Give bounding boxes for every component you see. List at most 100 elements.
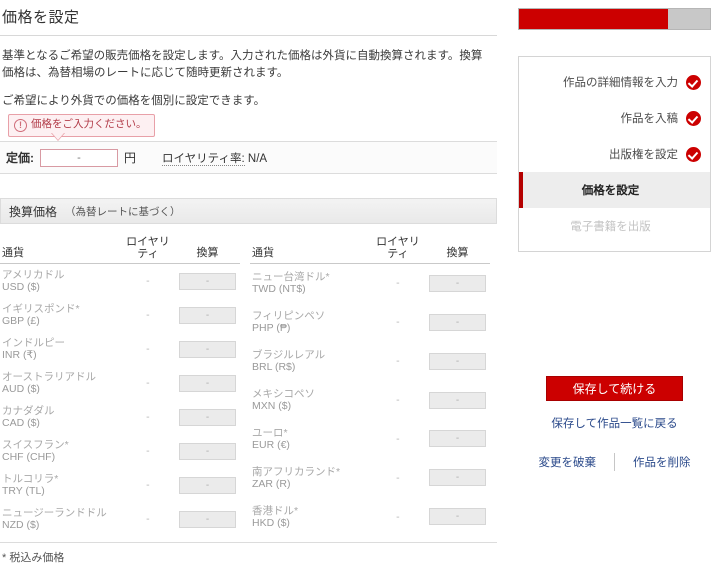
- converted-price-header: 換算価格 （為替レートに基づく）: [0, 198, 497, 224]
- converted-price-input[interactable]: [429, 430, 487, 448]
- currency-code: HKD ($): [252, 516, 290, 529]
- converted-price-cell: [175, 366, 240, 400]
- warning-icon: !: [14, 119, 27, 132]
- converted-price-input[interactable]: [429, 313, 487, 331]
- table-row: ユーロ* EUR (€) -: [250, 419, 490, 458]
- royalty-cell: -: [146, 411, 150, 423]
- royalty-cell: -: [396, 394, 400, 407]
- table-row: トルコリラ* TRY (TL) -: [0, 468, 240, 502]
- royalty-cell: -: [396, 471, 400, 484]
- column-header-royalty-line2: ティ: [387, 248, 409, 260]
- converted-price-input[interactable]: [179, 340, 237, 358]
- royalty-cell: -: [146, 445, 150, 457]
- secondary-links: 変更を破棄 作品を削除: [518, 453, 711, 471]
- step-item-5: 電子書籍を出版: [519, 208, 710, 244]
- currency-code: CAD ($): [2, 417, 40, 429]
- royalty-cell: -: [396, 355, 400, 368]
- converted-price-input[interactable]: [429, 469, 487, 487]
- step-item-4[interactable]: 価格を設定: [519, 172, 710, 208]
- currency-code: ZAR (R): [252, 477, 291, 490]
- converted-price-input[interactable]: [179, 374, 237, 392]
- table-row: ニュージーランドドル NZD ($) -: [0, 502, 240, 536]
- converted-price-title: 換算価格: [9, 204, 58, 219]
- currency-name: ユーロ*: [252, 426, 288, 439]
- column-header-converted: 換算: [425, 236, 490, 264]
- step-label: 電子書籍を出版: [570, 221, 651, 233]
- table-row: ニュー台湾ドル* TWD (NT$) -: [250, 264, 490, 303]
- delete-title-link[interactable]: 作品を削除: [633, 454, 691, 470]
- currency-code: TWD (NT$): [252, 283, 306, 296]
- currency-suffix: 円: [124, 151, 137, 165]
- currency-name-cell: 香港ドル* HKD ($): [250, 497, 371, 536]
- currency-name-cell: トルコリラ* TRY (TL): [0, 468, 121, 502]
- table-row: スイスフラン* CHF (CHF) -: [0, 434, 240, 468]
- converted-price-input[interactable]: [179, 476, 237, 494]
- step-item-1[interactable]: 作品の詳細情報を入力: [519, 64, 710, 100]
- currency-name: 香港ドル*: [252, 504, 299, 517]
- price-error-container: ! 価格をご入力ください。: [8, 114, 155, 141]
- table-row: イギリスポンド* GBP (£) -: [0, 298, 240, 332]
- page-title: 価格を設定: [2, 9, 80, 26]
- currency-name-cell: フィリピンペソ PHP (₱): [250, 303, 371, 342]
- currency-name: オーストラリアドル: [2, 371, 96, 383]
- converted-price-input[interactable]: [429, 508, 487, 526]
- error-bubble-tail: [52, 133, 64, 140]
- currency-table-right: 通貨 ロイヤリ ティ 換算 ニュー台湾ドル*TWD (NT$)-フィリピンペソP…: [250, 236, 490, 536]
- column-header-royalty-line1: ロイヤリ: [126, 236, 170, 248]
- discard-changes-link[interactable]: 変更を破棄: [539, 454, 597, 470]
- column-header-royalty: ロイヤリ ティ: [120, 236, 176, 264]
- converted-price-cell: [175, 264, 240, 299]
- converted-price-input[interactable]: [179, 510, 237, 528]
- sidebar: 作品の詳細情報を入力作品を入稿 出版権を設定 価格を設定電子書籍を出版 保存して続け…: [518, 0, 714, 529]
- save-and-return-link[interactable]: 保存して作品一覧に戻る: [551, 418, 677, 430]
- currency-name: イギリスポンド*: [2, 303, 80, 315]
- step-item-2[interactable]: 作品を入稿: [519, 100, 710, 136]
- currency-tables: 通貨 ロイヤリ ティ 換算 アメリカドルUSD ($)-イギリスポンド*GBP …: [0, 236, 497, 536]
- converted-price-input[interactable]: [179, 306, 237, 324]
- currency-name-cell: ニュー台湾ドル* TWD (NT$): [250, 264, 371, 303]
- converted-price-input[interactable]: [179, 272, 237, 290]
- list-price-input[interactable]: [40, 148, 118, 167]
- currency-name: スイスフラン*: [2, 439, 69, 451]
- table-row: インドルピー INR (₹) -: [0, 332, 240, 366]
- currency-name-cell: アメリカドル USD ($): [0, 264, 121, 299]
- save-and-continue-button[interactable]: 保存して続ける: [546, 376, 683, 401]
- table-row: メキシコペソ MXN ($) -: [250, 381, 490, 420]
- table-row: カナダダル CAD ($) -: [0, 400, 240, 434]
- royalty-cell: -: [146, 513, 150, 525]
- currency-name: ニュージーランドドル: [2, 507, 107, 519]
- converted-price-cell: [175, 298, 240, 332]
- royalty-rate-label[interactable]: ロイヤリティ率:: [162, 152, 245, 166]
- converted-price-input[interactable]: [179, 408, 237, 426]
- converted-price-input[interactable]: [429, 391, 487, 409]
- column-header-converted: 換算: [175, 236, 240, 264]
- royalty-cell: -: [396, 432, 400, 445]
- converted-price-cell: [425, 381, 490, 420]
- step-label: 作品の詳細情報を入力: [563, 77, 678, 89]
- royalty-cell: -: [396, 316, 400, 329]
- step-item-3[interactable]: 出版権を設定: [519, 136, 710, 172]
- converted-price-input[interactable]: [429, 274, 487, 292]
- converted-price-input[interactable]: [179, 442, 237, 460]
- royalty-cell: -: [146, 343, 150, 355]
- currency-code: PHP (₱): [252, 322, 291, 335]
- converted-price-cell: [425, 264, 490, 303]
- currency-code: NZD ($): [2, 519, 40, 531]
- currency-rows-left: アメリカドルUSD ($)-イギリスポンド*GBP (£)-インドルピーINR …: [0, 264, 240, 537]
- currency-name: カナダダル: [2, 405, 55, 417]
- currency-code: MXN ($): [252, 400, 292, 413]
- converted-price-cell: [425, 342, 490, 381]
- converted-price-cell: [425, 419, 490, 458]
- footnote-text: * 税込み価格: [2, 552, 65, 564]
- price-error-bubble: ! 価格をご入力ください。: [8, 114, 155, 137]
- currency-name-cell: ユーロ* EUR (€): [250, 419, 371, 458]
- intro-paragraph: 基準となるご希望の販売価格を設定します。入力された価格は外貨に自動換算されます。…: [2, 50, 483, 79]
- royalty-cell: -: [146, 309, 150, 321]
- progress-bar: [518, 8, 711, 30]
- column-header-currency: 通貨: [0, 236, 121, 264]
- currency-name: フィリピンペソ: [252, 310, 326, 323]
- currency-code: TRY (TL): [2, 485, 45, 497]
- currency-name-cell: 南アフリカランド* ZAR (R): [250, 458, 371, 497]
- converted-price-input[interactable]: [429, 352, 487, 370]
- check-circle-icon: [686, 146, 701, 162]
